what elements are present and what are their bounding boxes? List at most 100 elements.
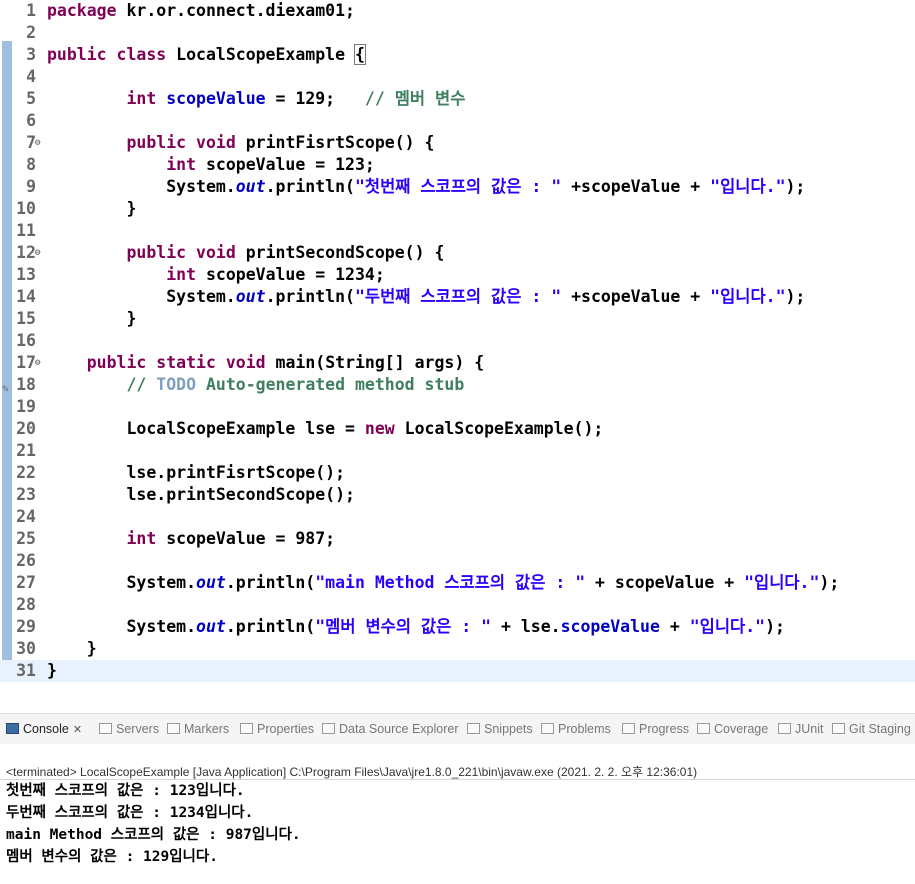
markers-icon: [167, 723, 180, 734]
line-number: 27: [16, 573, 36, 592]
tab-properties[interactable]: Properties: [240, 714, 314, 744]
code-line[interactable]: 16: [0, 330, 915, 352]
line-number: 25: [16, 529, 36, 548]
snippets-icon: [467, 723, 480, 734]
tab-data-source-explorer[interactable]: Data Source Explorer: [322, 714, 459, 744]
code-line[interactable]: 9 System.out.println("첫번째 스코프의 값은 : " +s…: [0, 176, 915, 198]
console-output-line: 멤버 변수의 값은 : 129입니다.: [6, 849, 218, 865]
line-number: 26: [16, 551, 36, 570]
console-icon: [6, 723, 19, 734]
tab-label: JUnit: [795, 722, 824, 736]
junit-icon: [778, 723, 791, 734]
code-line[interactable]: 27 System.out.println("main Method 스코프의 …: [0, 572, 915, 594]
line-number: 14: [16, 287, 36, 306]
coverage-icon: [697, 723, 710, 734]
code-text: public static void main(String[] args) {: [86, 353, 485, 372]
line-number: 30: [16, 639, 36, 658]
code-editor[interactable]: 1 package kr.or.connect.diexam01; 2 3 public…: [0, 0, 915, 690]
code-text: int scopeValue = 1234;: [166, 265, 385, 284]
tab-coverage[interactable]: Coverage: [697, 714, 768, 744]
tab-progress[interactable]: Progress: [622, 714, 689, 744]
code-text: }: [47, 309, 137, 328]
line-number: 5: [26, 89, 36, 108]
code-line[interactable]: 6: [0, 110, 915, 132]
line-number: 1: [26, 1, 36, 20]
line-number: 11: [16, 221, 36, 240]
code-text: int scopeValue = 987;: [126, 529, 336, 548]
tab-git-staging[interactable]: Git Staging: [832, 714, 911, 744]
console-output-line: 두번째 스코프의 값은 : 1234입니다.: [6, 805, 254, 821]
code-line[interactable]: 14 System.out.println("두번째 스코프의 값은 : " +…: [0, 286, 915, 308]
line-number: 15: [16, 309, 36, 328]
code-line[interactable]: 15 }: [0, 308, 915, 330]
console-status: <terminated> LocalScopeExample [Java App…: [6, 765, 698, 779]
line-number: 29: [16, 617, 36, 636]
line-number: 21: [16, 441, 36, 460]
tab-label: Git Staging: [849, 722, 911, 736]
line-number: 7: [26, 133, 36, 152]
line-number: 4: [26, 67, 36, 86]
code-line[interactable]: 5 int scopeValue = 129; // 멤버 변수: [0, 88, 915, 110]
fold-toggle-icon[interactable]: ⊖: [35, 132, 40, 154]
fold-toggle-icon[interactable]: ⊖: [35, 242, 40, 264]
code-line[interactable]: 24: [0, 506, 915, 528]
code-line[interactable]: 30 }: [0, 638, 915, 660]
data-source-icon: [322, 723, 335, 734]
code-line[interactable]: 10 }: [0, 198, 915, 220]
code-line[interactable]: 11: [0, 220, 915, 242]
code-line[interactable]: 29 System.out.println("멤버 변수의 값은 : " + l…: [0, 616, 915, 638]
tab-console[interactable]: Console ✕: [6, 714, 82, 744]
code-line[interactable]: 2: [0, 22, 915, 44]
line-number: 23: [16, 485, 36, 504]
tab-snippets[interactable]: Snippets: [467, 714, 533, 744]
line-number: 8: [26, 155, 36, 174]
code-text: lse.printFisrtScope();: [47, 463, 346, 482]
code-line[interactable]: 8 int scopeValue = 123;: [0, 154, 915, 176]
code-line[interactable]: 7 ⊖ public void printFisrtScope() {: [0, 132, 915, 154]
progress-icon: [622, 723, 635, 734]
servers-icon: [99, 723, 112, 734]
console-output-line: main Method 스코프의 값은 : 987입니다.: [6, 827, 301, 843]
code-text: }: [47, 639, 97, 658]
tab-problems[interactable]: Problems: [541, 714, 611, 744]
code-line[interactable]: 31}: [0, 660, 915, 682]
code-text: int scopeValue = 129; // 멤버 변수: [126, 89, 466, 108]
line-number: 6: [26, 111, 36, 130]
code-line[interactable]: 19: [0, 396, 915, 418]
git-staging-icon: [832, 723, 845, 734]
code-line[interactable]: 4: [0, 66, 915, 88]
tab-label: Properties: [257, 722, 314, 736]
code-line[interactable]: 21: [0, 440, 915, 462]
code-line[interactable]: 22 lse.printFisrtScope();: [0, 462, 915, 484]
code-line[interactable]: 1 package kr.or.connect.diexam01;: [0, 0, 915, 22]
code-text: lse.printSecondScope();: [47, 485, 355, 504]
code-line[interactable]: 17 ⊖ public static void main(String[] arg…: [0, 352, 915, 374]
console-view[interactable]: <terminated> LocalScopeExample [Java App…: [0, 744, 915, 884]
line-number: 19: [16, 397, 36, 416]
problems-icon: [541, 723, 554, 734]
line-number: 9: [26, 177, 36, 196]
tab-servers[interactable]: Servers: [99, 714, 159, 744]
line-number: 13: [16, 265, 36, 284]
code-text: public void printFisrtScope() {: [126, 133, 435, 152]
line-number: 16: [16, 331, 36, 350]
code-line[interactable]: 13 int scopeValue = 1234;: [0, 264, 915, 286]
close-icon[interactable]: ✕: [73, 724, 82, 736]
line-number: 31: [16, 661, 36, 680]
tab-markers[interactable]: Markers: [167, 714, 229, 744]
code-line[interactable]: 12 ⊖ public void printSecondScope() {: [0, 242, 915, 264]
tab-junit[interactable]: JUnit: [778, 714, 823, 744]
code-line[interactable]: 3 public class LocalScopeExample {: [0, 44, 915, 66]
code-line[interactable]: 28: [0, 594, 915, 616]
code-line[interactable]: 18 ✎ // TODO Auto-generated method stub: [0, 374, 915, 396]
console-output-line: 첫번째 스코프의 값은 : 123입니다.: [6, 783, 245, 799]
properties-icon: [240, 723, 253, 734]
code-line[interactable]: 26: [0, 550, 915, 572]
code-text: }: [47, 199, 137, 218]
code-text: LocalScopeExample lse = new LocalScopeEx…: [47, 419, 604, 438]
tab-label: Progress: [639, 722, 690, 736]
code-line[interactable]: 25 int scopeValue = 987;: [0, 528, 915, 550]
fold-toggle-icon[interactable]: ⊖: [35, 352, 40, 374]
code-line[interactable]: 23 lse.printSecondScope();: [0, 484, 915, 506]
code-line[interactable]: 20 LocalScopeExample lse = new LocalScop…: [0, 418, 915, 440]
